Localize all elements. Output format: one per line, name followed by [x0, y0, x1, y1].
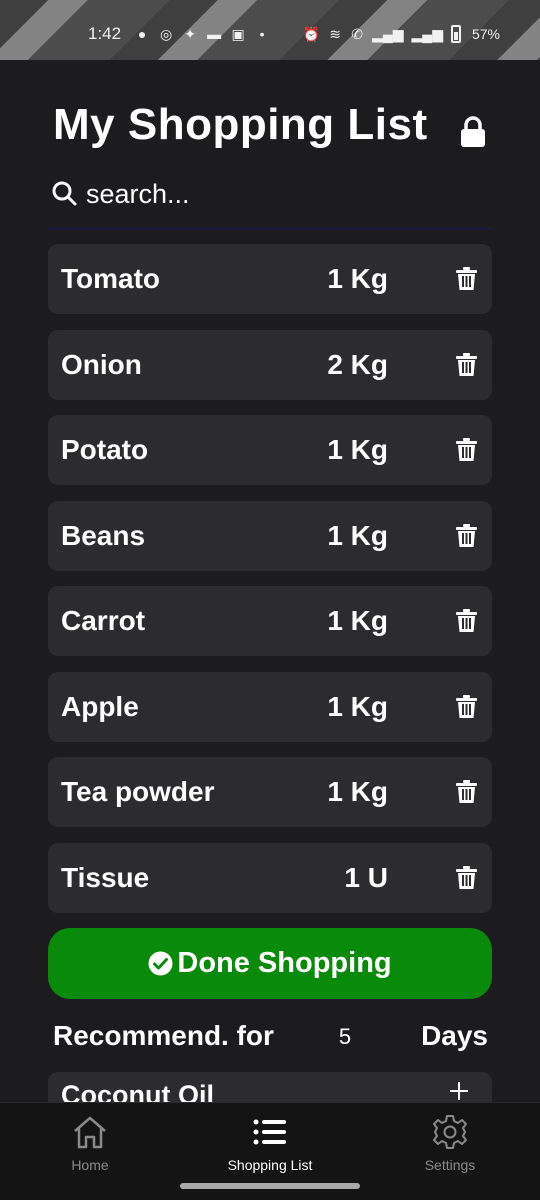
recommended-item[interactable]: Coconut Oil	[48, 1072, 492, 1102]
gear-icon	[433, 1115, 467, 1149]
item-name: Tissue	[61, 861, 150, 893]
status-notification-icons: ● ◎ ✦ ▬ ▣ •	[135, 26, 269, 43]
list-icon	[253, 1119, 286, 1145]
recommend-unit: Days	[421, 1020, 488, 1051]
trash-icon[interactable]	[456, 267, 477, 291]
trash-icon[interactable]	[456, 352, 477, 377]
item-quantity: 1 Kg	[327, 434, 388, 465]
list-item[interactable]: Carrot 1 Kg	[48, 586, 492, 656]
list-item[interactable]: Tea powder 1 Kg	[48, 757, 492, 827]
signal-icon: ▂▄▆	[411, 25, 443, 42]
call-icon: ✆	[351, 25, 363, 42]
item-name: Onion	[61, 348, 142, 380]
status-time: 1:42	[88, 24, 122, 43]
item-quantity: 2 Kg	[327, 348, 388, 380]
item-quantity: 1 Kg	[327, 776, 388, 807]
wifi-icon: ≋	[329, 25, 341, 42]
status-content: 1:42 ● ◎ ✦ ▬ ▣ • ⏰ ≋ ✆ ▂▄▆ ▂▄▆ 57%	[88, 18, 500, 50]
page-title: My Shopping List	[53, 100, 428, 149]
battery-icon	[450, 25, 461, 43]
trash-icon[interactable]	[456, 438, 477, 462]
nav-settings-label: Settings	[424, 1157, 476, 1173]
signal-icon: ▂▄▆	[372, 25, 404, 42]
recommend-label: Recommend. for	[53, 1020, 274, 1051]
chat-icon: ●	[137, 26, 147, 42]
recommend-days-input[interactable]	[325, 1020, 365, 1054]
nav-home[interactable]: Home	[0, 1103, 180, 1183]
item-quantity: 1 Kg	[327, 519, 388, 551]
home-icon	[74, 1116, 106, 1149]
recommend-row: Recommend. for Days	[53, 1014, 488, 1062]
recommended-item-name: Coconut Oil	[61, 1080, 214, 1102]
item-quantity: 1 Kg	[327, 605, 388, 636]
nav-shopping-list-label: Shopping List	[227, 1157, 313, 1173]
trash-icon[interactable]	[456, 780, 477, 804]
list-item[interactable]: Onion 2 Kg	[48, 329, 492, 400]
list-item[interactable]: Tomato 1 Kg	[48, 244, 492, 314]
search-icon	[52, 181, 77, 206]
nav-shopping-list[interactable]: Shopping List	[180, 1103, 360, 1183]
status-bar: 1:42 ● ◎ ✦ ▬ ▣ • ⏰ ≋ ✆ ▂▄▆ ▂▄▆ 57%	[0, 0, 540, 60]
battery-percent: 57%	[471, 26, 500, 42]
trash-icon[interactable]	[456, 609, 477, 633]
lock-icon[interactable]	[460, 116, 486, 148]
list-item[interactable]: Apple 1 Kg	[48, 671, 492, 742]
item-quantity: 1 Kg	[327, 263, 388, 294]
app-icon: ✦	[184, 25, 196, 42]
shopping-items-list: Tomato 1 Kg Onion 2 Kg Potato 1 Kg Beans…	[48, 244, 492, 928]
list-item[interactable]: Potato 1 Kg	[48, 415, 492, 485]
list-item[interactable]: Beans 1 Kg	[48, 500, 492, 571]
nav-home-label: Home	[71, 1157, 109, 1173]
trash-icon[interactable]	[456, 865, 477, 890]
search-bar	[48, 168, 492, 230]
item-name: Potato	[61, 434, 149, 465]
alarm-icon: ⏰	[302, 25, 321, 42]
done-shopping-button[interactable]: Done Shopping	[48, 928, 492, 999]
gesture-handle[interactable]	[180, 1183, 360, 1189]
item-name: Tomato	[61, 263, 161, 294]
search-input[interactable]	[86, 172, 466, 216]
item-name: Beans	[61, 519, 146, 551]
instagram-icon: ◎	[159, 25, 173, 42]
dot-icon: •	[259, 26, 265, 42]
item-name: Tea powder	[61, 776, 215, 807]
nav-settings[interactable]: Settings	[360, 1103, 540, 1183]
item-name: Apple	[61, 690, 139, 722]
list-item[interactable]: Tissue 1 U	[48, 842, 492, 913]
item-name: Carrot	[61, 605, 146, 636]
trash-icon[interactable]	[456, 523, 477, 548]
check-circle-icon	[148, 951, 173, 976]
plus-icon[interactable]	[449, 1081, 469, 1101]
trash-icon[interactable]	[456, 694, 477, 719]
app-icon: ▬	[207, 26, 222, 42]
status-system-icons: ⏰ ≋ ✆ ▂▄▆ ▂▄▆ 57%	[303, 25, 500, 43]
linkedin-icon: ▣	[231, 25, 245, 42]
item-quantity: 1 U	[344, 861, 388, 893]
item-quantity: 1 Kg	[327, 690, 388, 722]
done-shopping-label: Done Shopping	[177, 947, 392, 979]
